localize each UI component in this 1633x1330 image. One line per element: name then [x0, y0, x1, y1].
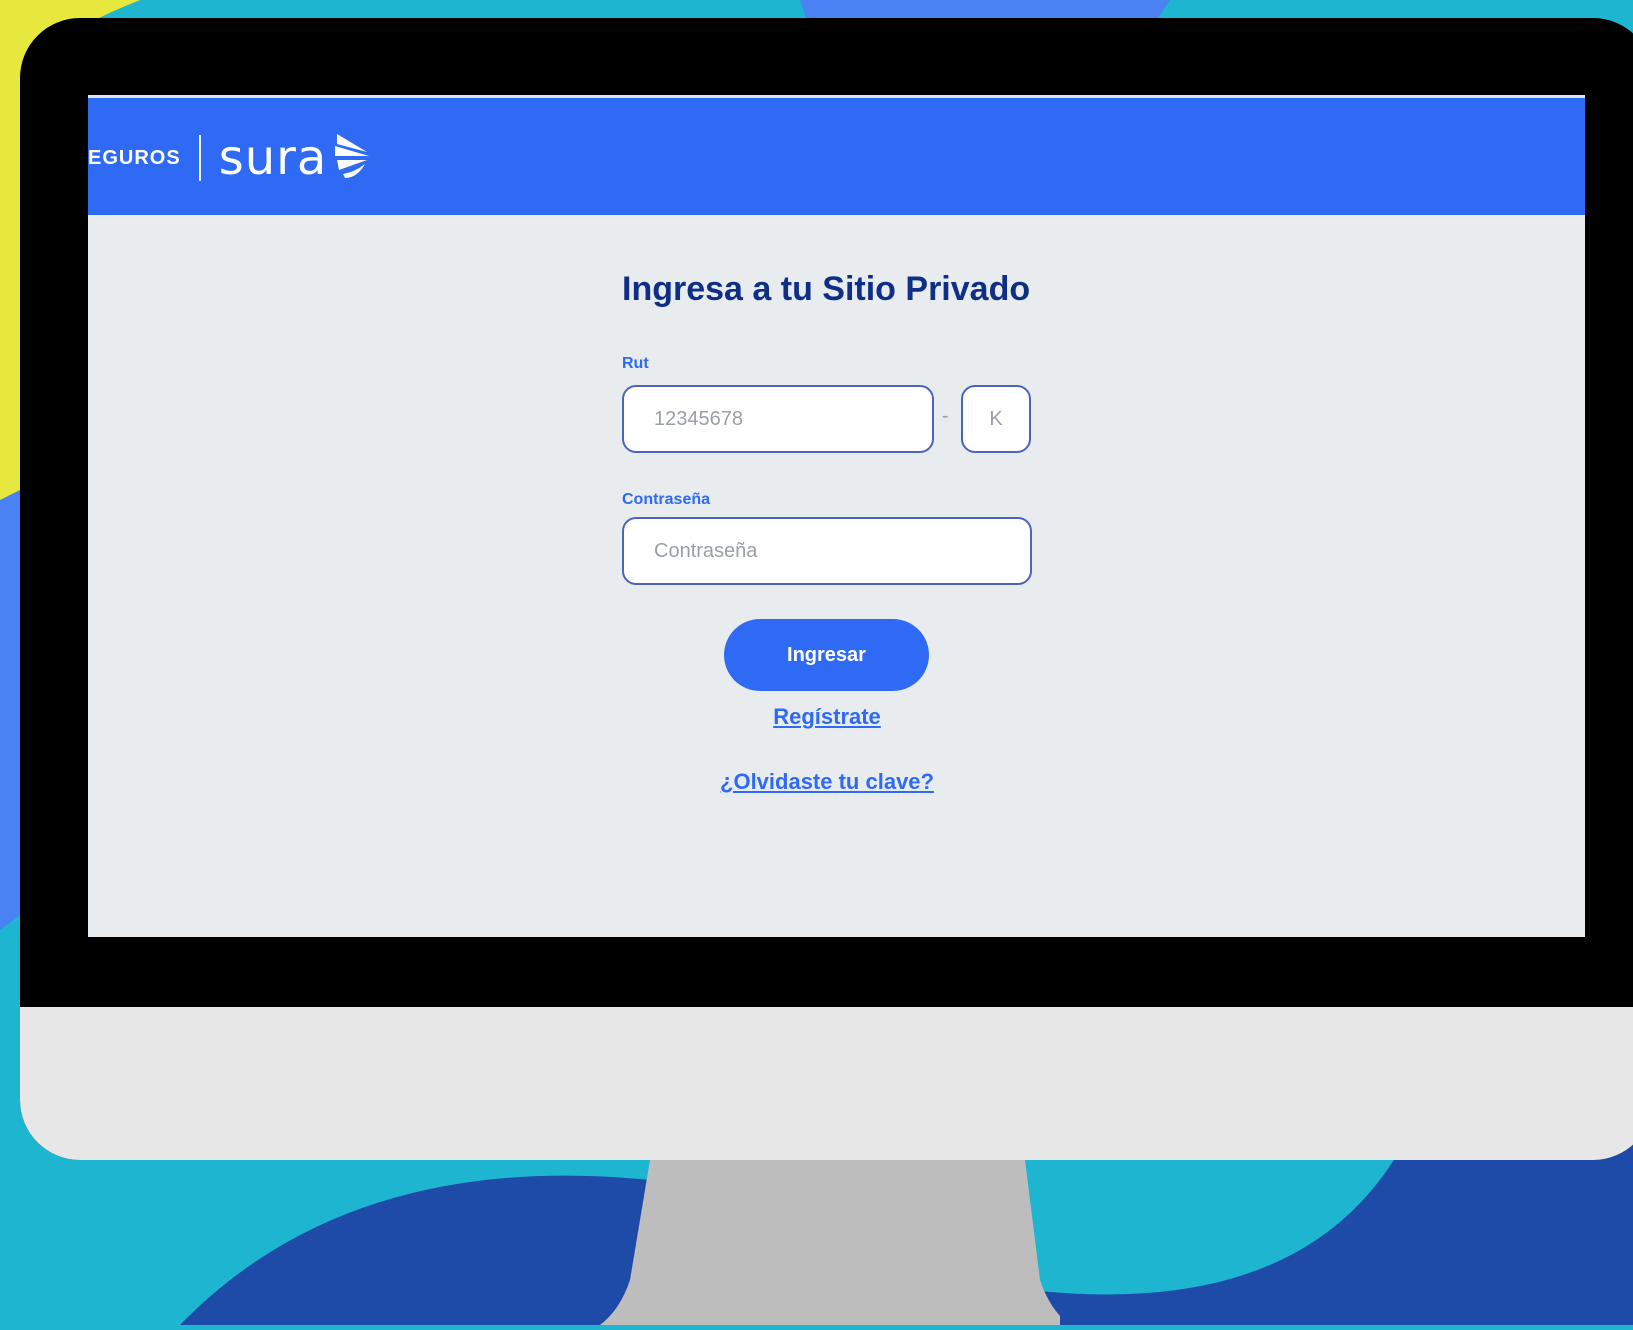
monitor-chin — [20, 1007, 1633, 1160]
brand-sura-text: sura — [218, 130, 328, 186]
rut-separator: - — [942, 405, 949, 427]
forgot-password-link[interactable]: ¿Olvidaste tu clave? — [622, 769, 1032, 795]
login-button[interactable]: Ingresar — [724, 619, 929, 691]
rut-input[interactable]: 12345678 — [622, 385, 934, 453]
site-header: EGUROS sura — [88, 95, 1585, 215]
password-input[interactable]: Contraseña — [622, 517, 1032, 585]
page-title: Ingresa a tu Sitio Privado — [622, 270, 1031, 308]
monitor-stand — [600, 1160, 1070, 1325]
brand-seguros-text: EGUROS — [88, 146, 181, 169]
rut-dv-placeholder: K — [989, 407, 1003, 430]
rut-placeholder: 12345678 — [654, 407, 743, 430]
browser-screen: EGUROS sura Ingresa a tu Sitio Privado R… — [88, 95, 1585, 937]
rut-label: Rut — [622, 355, 649, 372]
login-form: Ingresa a tu Sitio Privado Rut 12345678 … — [622, 270, 1032, 794]
password-placeholder: Contraseña — [654, 539, 758, 562]
sura-wing-icon — [333, 130, 373, 187]
password-label: Contraseña — [622, 491, 711, 508]
brand-divider — [198, 135, 201, 181]
register-link[interactable]: Regístrate — [622, 704, 1032, 730]
rut-dv-input[interactable]: K — [961, 385, 1031, 453]
brand-logo[interactable]: EGUROS sura — [88, 128, 373, 188]
